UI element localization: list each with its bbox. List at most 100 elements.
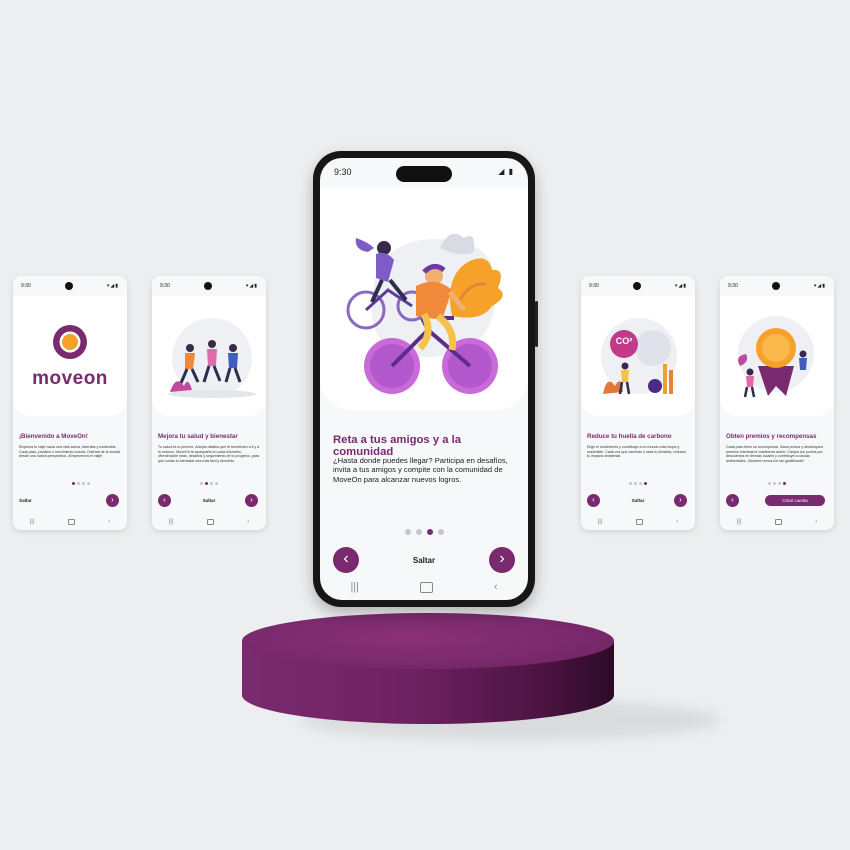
recents-icon[interactable]: ||| [169,519,174,525]
page-dot [215,482,218,485]
next-button[interactable]: › [106,494,119,507]
page-dot-active [72,482,75,485]
pedestal-top [242,613,614,669]
camera-cutout [65,282,73,290]
page-dot [639,482,642,485]
back-nav-icon[interactable]: ‹ [676,519,678,525]
screen-title: Mejora tu salud y bienestar [158,433,238,440]
create-account-button[interactable]: Crear cuenta [765,495,825,506]
chevron-right-icon: › [679,495,682,504]
chevron-left-icon: ‹ [731,495,734,504]
home-icon[interactable] [774,519,782,525]
page-dot [210,482,213,485]
page-dot [634,482,637,485]
page-dot-active [426,529,433,535]
home-icon[interactable] [635,519,643,525]
home-icon[interactable] [67,519,75,525]
illustration-panel [152,296,266,416]
dynamic-island [396,166,452,182]
illustration-panel [720,296,834,416]
page-dot [768,482,771,485]
screen-description: Cada paso tiene su recompensa. Gana punt… [726,445,823,463]
system-nav-bar: ||| ‹ [320,574,528,600]
logo-wordmark: moveon [32,368,108,389]
co2-badge-text: CO² [615,336,633,346]
signal-battery-icon: ▾◢▮ [245,283,258,289]
page-dot [778,482,781,485]
page-dot [415,529,422,535]
signal-battery-icon: ◢ ▮ [498,167,514,176]
next-button[interactable]: › [489,547,515,573]
screen-description: ¿Hasta donde puedes llegar? Participa en… [333,456,508,484]
page-dot [437,529,444,535]
screen-title: ¡Bienvenido a MoveOn! [19,433,88,440]
system-nav-bar: ||| ‹ [581,514,695,530]
back-nav-icon[interactable]: ‹ [815,519,817,525]
chevron-right-icon: › [250,495,253,504]
next-button[interactable]: › [245,494,258,507]
recents-icon[interactable]: ||| [30,519,35,525]
product-mockup-scene: 9:30 ▾◢▮ moveon ¡Bienvenido a MoveOn! Em… [0,0,850,850]
page-dot-active [783,482,786,485]
page-indicator [581,482,695,485]
back-nav-icon[interactable]: ‹ [108,519,110,525]
signal-battery-icon: ▾◢▮ [813,283,826,289]
runners-illustration [168,318,256,398]
page-indicator [152,482,266,485]
home-icon[interactable] [419,581,433,593]
onboarding-screen-health: 9:30 ▾◢▮ Mejora tu salud y bienestar Tu … [152,276,266,530]
camera-cutout [772,282,780,290]
page-dot-active [644,482,647,485]
chevron-right-icon: › [111,495,114,504]
page-dot [87,482,90,485]
screen-description: Elige el movimiento y contribuye a un mu… [587,445,687,459]
co2-illustration [601,318,677,395]
screen-description: Tu salud es lo primero. Adopta hábitos q… [158,445,260,463]
page-dot [82,482,85,485]
signal-battery-icon: ▾◢▮ [106,283,119,289]
recents-icon[interactable]: ||| [598,519,603,525]
back-nav-icon[interactable]: ‹ [494,581,498,593]
phone-side-button [535,301,538,347]
screen-title: Reta a tus amigos y a la comunidad [333,434,462,458]
skip-button[interactable]: Saltar [19,498,32,503]
recents-icon[interactable]: ||| [350,581,359,593]
status-time: 9:30 [21,283,31,289]
screen-title: Obten premios y recompensas [726,433,817,440]
page-dot [77,482,80,485]
camera-cutout [633,282,641,290]
status-time: 9:30 [334,167,352,177]
onboarding-screen-rewards: 9:30 ▾◢▮ Obten premios y recompensas Cad… [720,276,834,530]
page-dot [404,529,411,535]
page-dot [629,482,632,485]
chevron-right-icon: › [499,550,505,567]
illustration-panel [13,296,127,416]
system-nav-bar: ||| ‹ [13,514,127,530]
system-nav-bar: ||| ‹ [152,514,266,530]
page-dot [773,482,776,485]
page-indicator [720,482,834,485]
back-button[interactable]: ‹ [726,494,739,507]
recents-icon[interactable]: ||| [737,519,742,525]
page-indicator [320,529,528,535]
status-time: 9:30 [589,283,599,289]
cyclists-illustration [346,233,503,394]
illustration-panel: CO² [581,296,695,416]
camera-cutout [204,282,212,290]
status-time: 9:30 [728,283,738,289]
onboarding-screen-welcome: 9:30 ▾◢▮ moveon ¡Bienvenido a MoveOn! Em… [13,276,127,530]
medal-illustration [738,316,814,398]
main-phone: 9:30 ◢ ▮ Reta a tus amigos y a la comuni… [313,151,538,607]
back-nav-icon[interactable]: ‹ [247,519,249,525]
page-dot [200,482,203,485]
moveon-logo [53,325,87,359]
main-onboarding-screen: 9:30 ◢ ▮ Reta a tus amigos y a la comuni… [320,158,528,600]
screen-description: Empieza tu viaje hacia una vida activa, … [19,445,121,459]
status-time: 9:30 [160,283,170,289]
illustration-panel [320,188,528,410]
next-button[interactable]: › [674,494,687,507]
page-dot-active [205,482,208,485]
screen-title: Reduce tu huella de carbono [587,433,672,440]
signal-battery-icon: ▾◢▮ [674,283,687,289]
home-icon[interactable] [206,519,214,525]
